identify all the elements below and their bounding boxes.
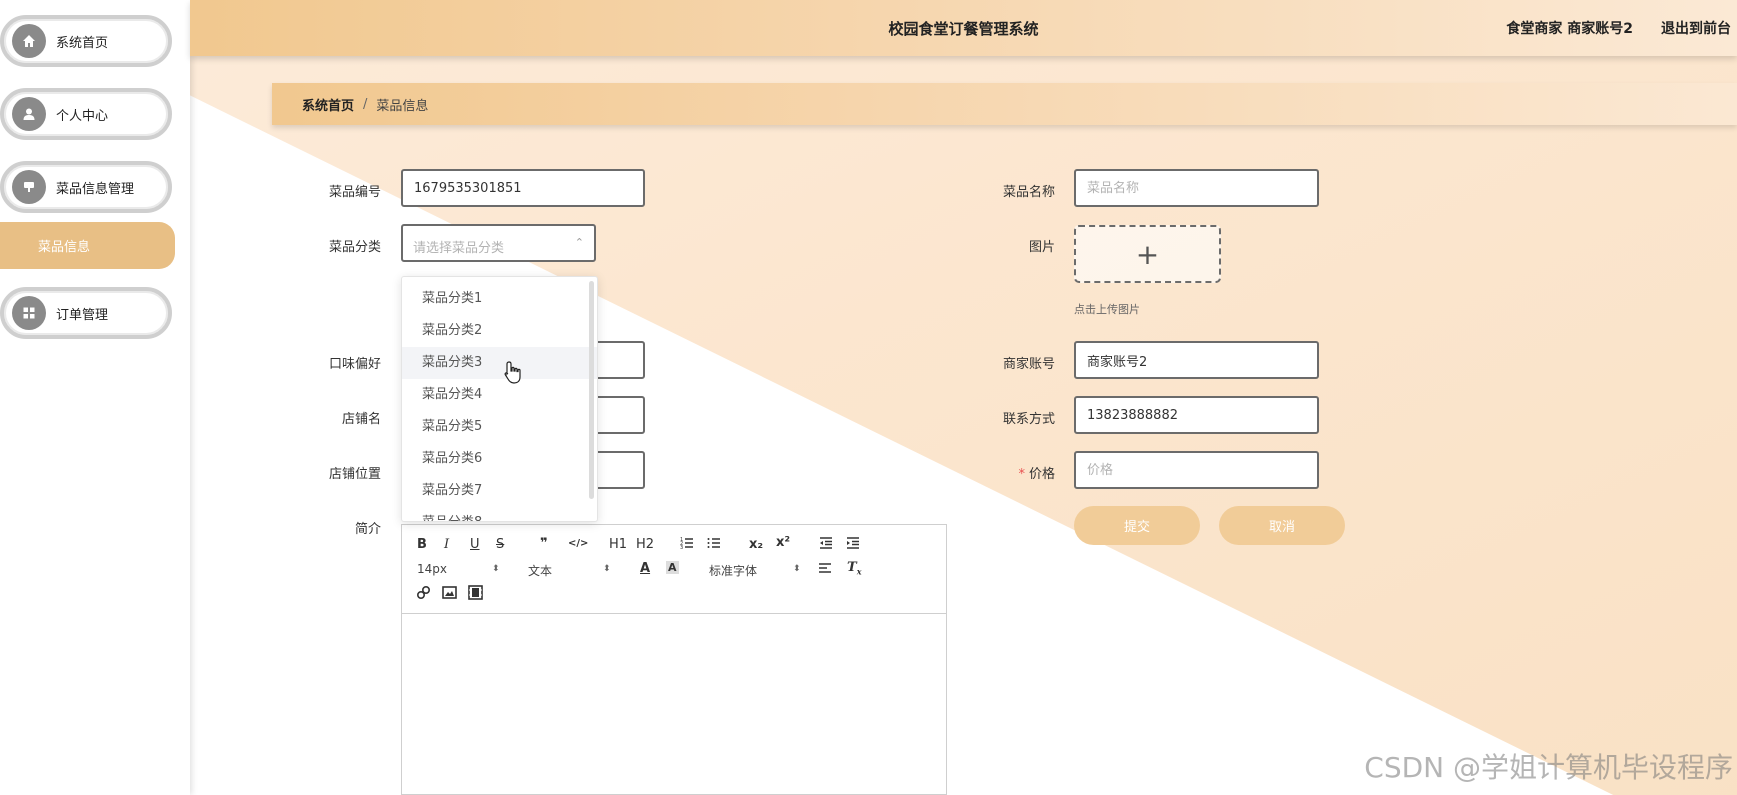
font-size-value: 14px: [417, 562, 447, 576]
account-label: 食堂商家 商家账号2: [1506, 21, 1633, 37]
watermark: CSDN @学姐计算机毕设程序: [1364, 751, 1733, 784]
category-select[interactable]: 请选择菜品分类 ⌃: [401, 224, 596, 262]
dropdown-option[interactable]: 菜品分类3: [402, 347, 597, 379]
price-input[interactable]: [1074, 451, 1319, 489]
dropdown-option[interactable]: 菜品分类7: [402, 475, 597, 507]
sidebar-item-orders[interactable]: 订单管理: [0, 287, 172, 339]
clear-format-icon[interactable]: Tx: [847, 560, 861, 577]
dish-icon: [12, 170, 46, 204]
dish-name-input[interactable]: [1074, 169, 1319, 207]
editor-content[interactable]: [402, 614, 946, 794]
updown-icon: ⬍: [603, 564, 611, 574]
breadcrumb-current: 菜品信息: [376, 98, 429, 114]
outdent-icon[interactable]: [819, 536, 833, 554]
sidebar-item-profile[interactable]: 个人中心: [0, 88, 172, 140]
upload-tip: 点击上传图片: [1074, 303, 1140, 316]
image-label: 图片: [1028, 240, 1055, 255]
user-icon: [12, 97, 46, 131]
dropdown-option[interactable]: 菜品分类4: [402, 379, 597, 411]
sidebar-item-dish-management[interactable]: 菜品信息管理: [0, 161, 172, 213]
taste-label: 口味偏好: [328, 357, 381, 372]
dish-name-label: 菜品名称: [1002, 185, 1055, 200]
dropdown-option[interactable]: 菜品分类6: [402, 443, 597, 475]
dish-code-label: 菜品编号: [328, 185, 381, 200]
logout-link[interactable]: 退出到前台: [1661, 18, 1731, 38]
category-label: 菜品分类: [328, 240, 381, 255]
top-header: 校园食堂订餐管理系统 食堂商家 商家账号2 退出到前台: [190, 0, 1737, 56]
rich-text-editor: B I U S ❞ </> H1 H2 123 x₂ x² 14px ⬍ 文本 …: [401, 524, 947, 795]
dropdown-options: 菜品分类1 菜品分类2 菜品分类3 菜品分类4 菜品分类5 菜品分类6 菜品分类…: [402, 277, 597, 521]
hand-cursor-icon: [503, 360, 523, 390]
dropdown-scrollbar[interactable]: [589, 281, 594, 499]
category-placeholder: 请选择菜品分类: [413, 241, 505, 256]
chevron-up-icon: ⌃: [574, 236, 584, 249]
contact-input[interactable]: [1074, 396, 1319, 434]
merchant-account-label: 商家账号: [1002, 357, 1055, 372]
sidebar-item-label: 订单管理: [56, 307, 109, 323]
grid-icon: [12, 296, 46, 330]
submit-button[interactable]: 提交: [1074, 506, 1200, 545]
sidebar: 系统首页 个人中心 菜品信息管理 菜品信息 订单管理: [0, 0, 190, 795]
sidebar-item-label: 菜品信息管理: [56, 181, 135, 197]
dropdown-option[interactable]: 菜品分类5: [402, 411, 597, 443]
required-mark: *: [1018, 467, 1025, 482]
merchant-account-input[interactable]: [1074, 341, 1319, 379]
code-button[interactable]: </>: [568, 538, 588, 549]
indent-icon[interactable]: [846, 536, 860, 554]
quote-button[interactable]: ❞: [540, 536, 548, 551]
updown-icon: ⬍: [492, 564, 500, 574]
contact-label: 联系方式: [1002, 412, 1055, 427]
h1-button[interactable]: H1: [609, 537, 627, 552]
h2-button[interactable]: H2: [636, 537, 654, 552]
app-title: 校园食堂订餐管理系统: [888, 20, 1039, 38]
align-icon[interactable]: [818, 561, 832, 579]
subscript-button[interactable]: x₂: [749, 537, 763, 552]
bold-button[interactable]: B: [417, 537, 427, 552]
sidebar-subitem-dish-info[interactable]: 菜品信息: [0, 222, 175, 269]
font-size-select[interactable]: 14px ⬍: [417, 562, 500, 576]
shop-name-label: 店铺名: [341, 412, 381, 427]
sidebar-item-label: 系统首页: [56, 35, 109, 51]
ordered-list-icon[interactable]: 123: [680, 536, 694, 554]
home-icon: [12, 24, 46, 58]
category-dropdown: 菜品分类1 菜品分类2 菜品分类3 菜品分类4 菜品分类5 菜品分类6 菜品分类…: [401, 276, 598, 522]
cancel-button[interactable]: 取消: [1219, 506, 1345, 545]
plus-icon: +: [1135, 237, 1160, 271]
dropdown-option[interactable]: 菜品分类8: [402, 507, 597, 521]
dropdown-option[interactable]: 菜品分类2: [402, 315, 597, 347]
link-icon[interactable]: [416, 585, 431, 604]
font-color-icon[interactable]: A: [640, 561, 650, 576]
price-label-text: 价格: [1028, 467, 1055, 482]
underline-button[interactable]: U: [470, 537, 480, 552]
editor-toolbar: B I U S ❞ </> H1 H2 123 x₂ x² 14px ⬍ 文本 …: [402, 525, 946, 614]
superscript-button[interactable]: x²: [776, 535, 790, 550]
breadcrumb-home[interactable]: 系统首页: [302, 95, 354, 114]
video-icon[interactable]: [468, 585, 483, 604]
font-family-value: 标准字体: [709, 564, 758, 578]
shop-location-label: 店铺位置: [328, 467, 381, 482]
updown-icon: ⬍: [793, 564, 801, 574]
format-value: 文本: [528, 564, 553, 578]
bullet-list-icon[interactable]: [707, 536, 721, 554]
image-icon[interactable]: [442, 585, 457, 604]
price-label: * 价格: [945, 463, 1055, 482]
font-family-select[interactable]: 标准字体 ⬍: [709, 562, 801, 579]
intro-label: 简介: [354, 522, 381, 537]
breadcrumb: 系统首页 / 菜品信息: [272, 83, 1737, 125]
image-upload[interactable]: +: [1074, 225, 1221, 283]
breadcrumb-separator: /: [363, 96, 368, 112]
dropdown-option[interactable]: 菜品分类1: [402, 283, 597, 315]
italic-button[interactable]: I: [444, 537, 449, 552]
format-select[interactable]: 文本 ⬍: [528, 562, 611, 579]
sidebar-item-label: 个人中心: [56, 108, 109, 124]
strike-button[interactable]: S: [496, 537, 504, 552]
sidebar-item-home[interactable]: 系统首页: [0, 15, 172, 67]
background-color-icon[interactable]: A: [666, 561, 679, 574]
dish-code-input[interactable]: [401, 169, 645, 207]
svg-text:3: 3: [680, 545, 683, 550]
